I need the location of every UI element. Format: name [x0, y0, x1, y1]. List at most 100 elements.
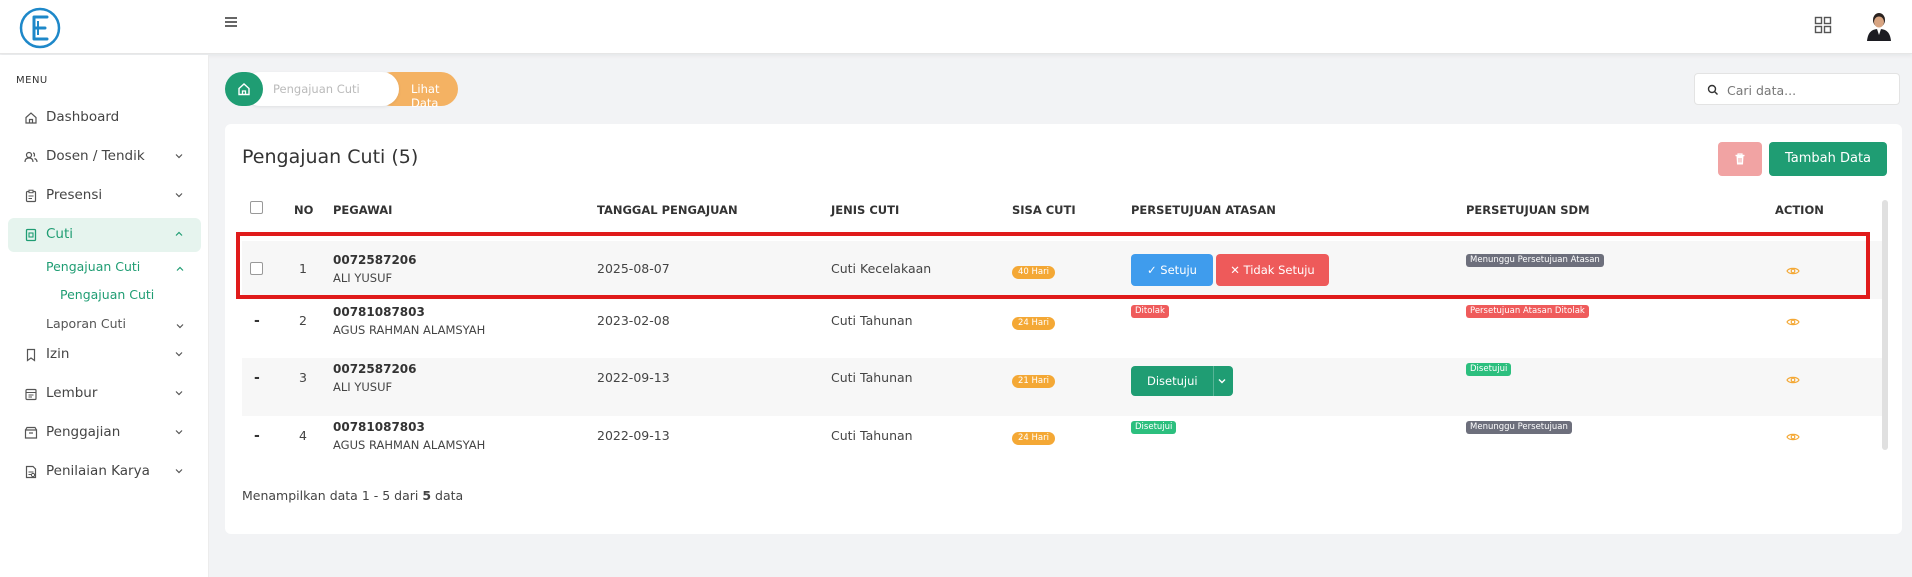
sidebar-item-label: Presensi [46, 187, 103, 203]
sidebar-item-penggajian[interactable]: Penggajian [8, 416, 201, 450]
users-icon [24, 151, 38, 163]
sidebar-item-lembur[interactable]: Lembur [8, 377, 201, 411]
cuti-icon [25, 228, 37, 242]
employee-code: 00781087803 [333, 420, 425, 434]
table-row: - 4 00781087803 AGUS RAHMAN ALAMSYAH 202… [242, 416, 1887, 474]
breadcrumb-home[interactable] [225, 72, 263, 106]
col-no: NO [294, 203, 314, 217]
remaining-leave-badge: 24 Hari [1012, 432, 1055, 445]
chevron-down-icon [175, 391, 183, 396]
row-marker: - [254, 313, 260, 329]
sdm-status-badge: Menunggu Persetujuan [1466, 421, 1572, 434]
calendar-icon [25, 388, 37, 401]
sidebar-item-label: Cuti [46, 226, 74, 242]
apps-grid-icon[interactable] [1814, 16, 1832, 34]
col-pegawai: PEGAWAI [333, 203, 393, 217]
col-sdm: PERSETUJUAN SDM [1466, 203, 1590, 217]
sidebar: MENU Dashboard Dosen / Tendik Presensi C… [0, 55, 209, 577]
clipboard-icon [25, 189, 37, 203]
col-jenis: JENIS CUTI [831, 203, 900, 217]
top-bar [0, 0, 1912, 54]
select-all-checkbox[interactable] [250, 201, 263, 214]
col-tanggal: TANGGAL PENGAJUAN [597, 203, 738, 217]
leave-type: Cuti Tahunan [831, 370, 913, 385]
row-marker: - [254, 428, 260, 444]
sidebar-subitem-pengajuan-cuti[interactable]: Pengajuan Cuti [46, 259, 140, 274]
pagination-prefix: Menampilkan data [242, 488, 362, 503]
submission-date: 2022-09-13 [597, 370, 670, 385]
pagination-middle: dari [390, 488, 423, 503]
remaining-leave-badge: 21 Hari [1012, 375, 1055, 388]
sidebar-item-label: Penggajian [46, 424, 121, 440]
bookmark-icon [26, 348, 36, 362]
employee-name: AGUS RAHMAN ALAMSYAH [333, 438, 486, 452]
remaining-leave-badge: 24 Hari [1012, 317, 1055, 330]
breadcrumb-label: Lihat Data [411, 82, 440, 110]
leave-type: Cuti Tahunan [831, 428, 913, 443]
search-input[interactable] [1727, 80, 1887, 100]
eye-icon[interactable] [1786, 432, 1800, 442]
employee-code: 00781087803 [333, 305, 425, 319]
sidebar-item-label: Penilaian Karya [46, 463, 150, 479]
breadcrumb-label: Pengajuan Cuti [273, 82, 360, 96]
submission-date: 2022-09-13 [597, 428, 670, 443]
user-avatar[interactable] [1865, 11, 1893, 41]
search-box [1694, 73, 1900, 105]
menu-label: MENU [16, 75, 48, 86]
add-data-button[interactable]: Tambah Data [1769, 142, 1887, 176]
home-icon [238, 83, 250, 96]
chevron-up-icon [175, 231, 183, 236]
submission-date: 2023-02-08 [597, 313, 670, 328]
eye-icon[interactable] [1786, 375, 1800, 385]
chevron-down-icon [175, 193, 183, 198]
sidebar-subitem-pengajuan-cuti-child[interactable]: Pengajuan Cuti [60, 287, 154, 302]
pagination-suffix: data [431, 488, 464, 503]
trash-icon [1735, 153, 1745, 165]
employee-code: 0072587206 [333, 362, 417, 376]
approval-status-dropdown[interactable]: Disetujui [1131, 366, 1233, 396]
sidebar-item-label: Izin [46, 346, 70, 362]
col-action: ACTION [1775, 203, 1824, 217]
pagination-range: 1 - 5 [361, 488, 391, 503]
employee-name: ALI YUSUF [333, 380, 393, 394]
pagination-info: Menampilkan data 1 - 5 dari 5 data [242, 488, 463, 503]
eye-icon[interactable] [1786, 317, 1800, 327]
chevron-down-icon [175, 154, 183, 159]
sidebar-item-cuti[interactable]: Cuti [8, 218, 201, 252]
delete-button[interactable] [1718, 142, 1762, 176]
sidebar-item-izin[interactable]: Izin [8, 338, 201, 372]
employee-name: AGUS RAHMAN ALAMSYAH [333, 323, 486, 337]
document-icon [25, 465, 37, 479]
row-no: 3 [299, 370, 307, 385]
app-logo[interactable] [19, 7, 61, 49]
home-icon [25, 112, 37, 124]
table-row: - 3 0072587206 ALI YUSUF 2022-09-13 Cuti… [242, 358, 1887, 416]
sidebar-item-dosen-tendik[interactable]: Dosen / Tendik [8, 140, 201, 174]
chevron-up-icon [176, 266, 184, 271]
chevron-down-icon [175, 430, 183, 435]
table-row: - 2 00781087803 AGUS RAHMAN ALAMSYAH 202… [242, 299, 1887, 357]
leave-type: Cuti Tahunan [831, 313, 913, 328]
col-atasan: PERSETUJUAN ATASAN [1131, 203, 1276, 217]
row-no: 4 [299, 428, 307, 443]
atasan-status-badge: Ditolak [1131, 305, 1169, 318]
page-title: Pengajuan Cuti (5) [242, 146, 419, 168]
sdm-status-badge: Persetujuan Atasan Ditolak [1466, 305, 1589, 318]
sidebar-item-label: Dashboard [46, 109, 120, 125]
sidebar-item-presensi[interactable]: Presensi [8, 179, 201, 213]
sidebar-subitem-laporan-cuti[interactable]: Laporan Cuti [46, 316, 126, 331]
search-icon [1707, 84, 1718, 95]
chevron-down-icon [175, 469, 183, 474]
sidebar-item-dashboard[interactable]: Dashboard [8, 101, 201, 135]
table-scrollbar[interactable] [1882, 200, 1888, 450]
wallet-icon [24, 426, 38, 439]
highlight-box [236, 232, 1870, 299]
sidebar-item-label: Dosen / Tendik [46, 148, 145, 164]
breadcrumb-pengajuan-cuti[interactable]: Pengajuan Cuti [243, 72, 399, 106]
hamburger-menu-icon[interactable] [222, 15, 240, 33]
col-sisa: SISA CUTI [1012, 203, 1076, 217]
sidebar-item-penilaian-karya[interactable]: Penilaian Karya [8, 455, 201, 489]
sdm-status-badge: Disetujui [1466, 363, 1512, 376]
dropdown-label: Disetujui [1147, 374, 1198, 388]
data-card: Pengajuan Cuti (5) Tambah Data NO PEGAWA… [225, 124, 1902, 534]
